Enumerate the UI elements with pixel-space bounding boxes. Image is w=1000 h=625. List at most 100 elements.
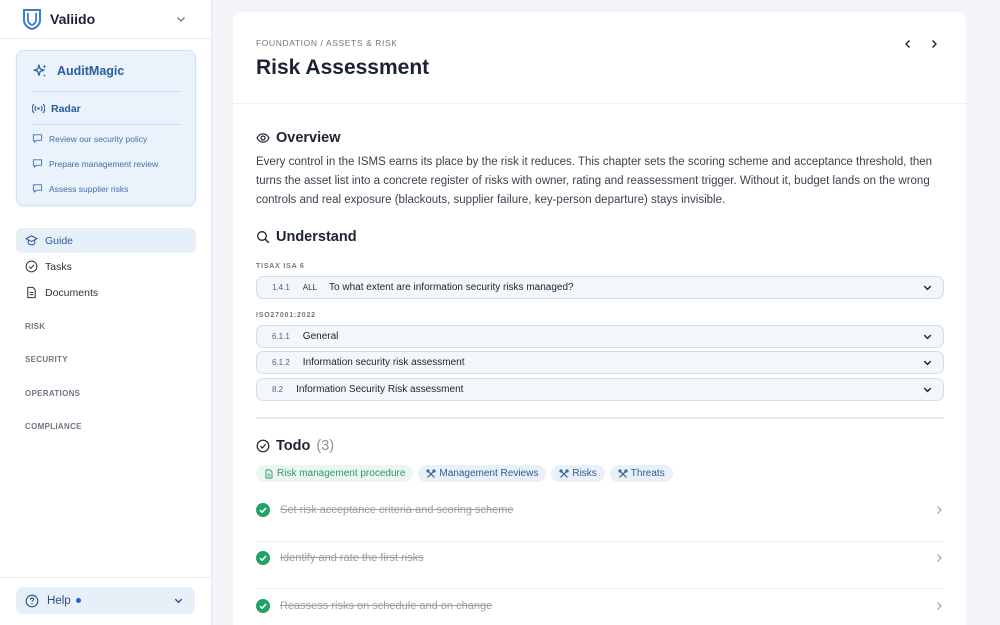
section-title: Understand (276, 229, 357, 245)
nav-label: Documents (45, 286, 99, 299)
pill-threats[interactable]: Threats (609, 465, 673, 482)
nav-item-tasks[interactable]: Tasks (16, 254, 196, 279)
pill-label: Management Reviews (439, 468, 539, 479)
chevron-down-icon (177, 17, 185, 22)
check-circle-icon (25, 260, 38, 273)
nav-section-risk[interactable]: RISK (25, 322, 45, 331)
nav-section-compliance[interactable]: COMPLIANCE (25, 422, 82, 431)
question-circle-icon (25, 594, 39, 607)
document-icon (27, 286, 36, 299)
main-content: FOUNDATION / ASSETS & RISK Risk Assessme… (233, 12, 966, 625)
auditmagic-title: AuditMagic (57, 64, 125, 78)
requirement-id: 1.4.1 (272, 283, 290, 292)
requirement-id: 6.1.2 (272, 358, 290, 367)
chevron-down-icon (923, 334, 932, 340)
todo-item[interactable]: Reassess risks on schedule and on change (256, 588, 944, 624)
auditmagic-suggestion[interactable]: Assess supplier risks (32, 183, 128, 194)
tools-icon (426, 468, 437, 478)
radar-link[interactable]: Radar (32, 102, 81, 115)
chevron-right-icon (937, 554, 942, 562)
suggestion-label: Assess supplier risks (49, 183, 129, 194)
pill-label: Risks (572, 468, 597, 479)
pill-management-reviews[interactable]: Management Reviews (418, 465, 547, 482)
auditmagic-header[interactable]: AuditMagic (32, 63, 124, 79)
requirement-title: Information Security Risk assessment (296, 384, 464, 395)
chevron-down-icon (923, 285, 932, 291)
graduation-cap-icon (25, 235, 38, 246)
suggestion-label: Prepare management review (49, 158, 159, 169)
auditmagic-suggestion[interactable]: Prepare management review (32, 158, 158, 169)
nav-item-guide[interactable]: Guide (16, 228, 196, 253)
pill-risk-management-procedure[interactable]: Risk management procedure (256, 465, 414, 482)
chevron-down-icon (174, 598, 183, 604)
brand-name: Valiido (50, 11, 96, 27)
todo-item[interactable]: Set risk acceptance criteria and scoring… (256, 492, 944, 528)
overview-text: Every control in the ISMS earns its plac… (256, 156, 933, 206)
todo-count: (3) (316, 438, 335, 454)
valiido-logo-icon (23, 9, 41, 30)
page-header: FOUNDATION / ASSETS & RISK Risk Assessme… (233, 12, 966, 104)
chevron-right-icon[interactable] (928, 38, 940, 50)
todo-item[interactable]: Identify and rate the first risks (256, 540, 944, 576)
radar-icon (32, 103, 45, 114)
sparkles-icon (33, 64, 47, 77)
help-label: Help (47, 594, 71, 607)
pill-label: Threats (630, 468, 665, 479)
workspace-switcher[interactable]: Valiido (0, 0, 211, 39)
nav-section-operations[interactable]: OPERATIONS (25, 389, 80, 398)
nav-label: Guide (45, 234, 74, 247)
standard-label: ISO27001:2022 (256, 312, 316, 319)
check-circle-filled-icon[interactable] (256, 599, 270, 613)
auditmagic-suggestion[interactable]: Review our security policy (32, 133, 147, 144)
tools-icon (559, 468, 569, 478)
document-icon (265, 469, 273, 478)
nav-section-security[interactable]: SECURITY (25, 355, 68, 364)
divider (32, 124, 181, 125)
understand-heading: Understand (256, 229, 357, 245)
help-button[interactable]: Help (16, 587, 195, 614)
chevron-right-icon (937, 602, 942, 610)
pill-risks[interactable]: Risks (551, 465, 605, 482)
chevron-down-icon (923, 360, 932, 366)
requirement-row[interactable]: 1.4.1 ALL To what extent are information… (256, 276, 944, 299)
check-circle-filled-icon[interactable] (256, 503, 270, 517)
page-title: Risk Assessment (256, 56, 430, 79)
chevron-left-icon[interactable] (902, 38, 914, 50)
nav-item-documents[interactable]: Documents (16, 280, 196, 305)
requirement-id: 6.1.1 (272, 332, 290, 341)
chat-bubble-icon (32, 184, 43, 193)
nav-label: Tasks (45, 260, 72, 273)
section-title: Todo (276, 438, 311, 454)
requirement-title: General (302, 331, 339, 342)
todo-label: Identify and rate the first risks (280, 552, 424, 564)
chevron-down-icon (923, 387, 932, 393)
divider (0, 577, 211, 578)
pill-label: Risk management procedure (277, 468, 406, 479)
todo-heading: Todo (3) (256, 438, 334, 454)
breadcrumb: FOUNDATION / ASSETS & RISK (256, 38, 398, 48)
requirement-row[interactable]: 6.1.2 Information security risk assessme… (256, 351, 944, 374)
todo-label: Set risk acceptance criteria and scoring… (280, 504, 514, 516)
todo-label: Reassess risks on schedule and on change (280, 600, 493, 612)
suggestion-label: Review our security policy (49, 133, 148, 144)
main-nav: Guide Tasks Documents (16, 228, 196, 306)
tools-icon (618, 468, 628, 478)
standard-label: TISAX ISA 6 (256, 263, 305, 270)
check-circle-icon (256, 439, 270, 453)
requirement-title: Information security risk assessment (302, 357, 465, 368)
section-divider (256, 417, 944, 419)
check-circle-filled-icon[interactable] (256, 551, 270, 565)
auditmagic-panel: AuditMagic Radar Review our security pol… (16, 50, 196, 206)
requirement-tag: ALL (302, 283, 318, 292)
overview-heading: Overview (256, 130, 341, 146)
related-links: Risk management procedure Management Rev… (256, 465, 678, 482)
section-title: Overview (276, 130, 341, 146)
requirement-id: 8.2 (272, 385, 284, 394)
chat-bubble-icon (32, 159, 43, 168)
chat-bubble-icon (32, 134, 43, 143)
divider (32, 91, 181, 92)
notification-dot (75, 598, 81, 603)
eye-icon (256, 133, 270, 143)
requirement-row[interactable]: 8.2 Information Security Risk assessment (256, 378, 944, 401)
requirement-row[interactable]: 6.1.1 General (256, 325, 944, 348)
